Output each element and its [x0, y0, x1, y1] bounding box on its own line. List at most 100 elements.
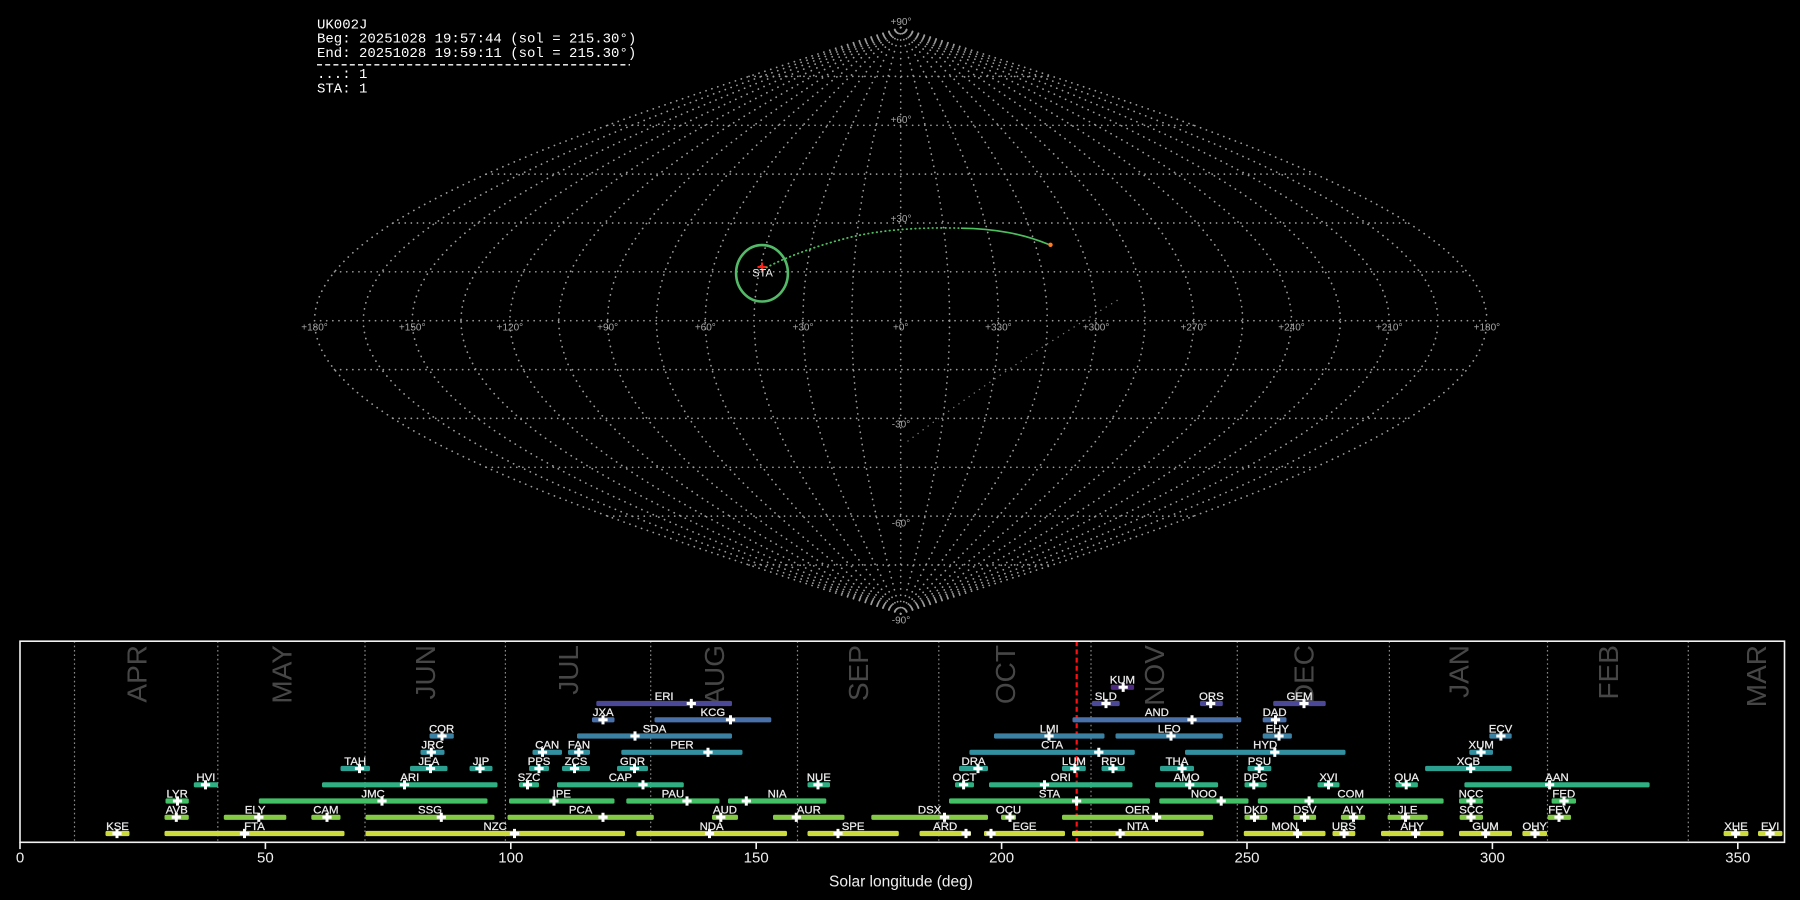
svg-text:KCG: KCG [701, 707, 726, 719]
svg-text:300: 300 [1480, 850, 1505, 867]
svg-text:OER: OER [1125, 805, 1150, 817]
svg-text:+60°: +60° [891, 115, 912, 126]
svg-text:CTA: CTA [1041, 740, 1063, 752]
svg-text:AVB: AVB [166, 805, 188, 817]
svg-text:PAU: PAU [662, 788, 685, 800]
svg-text:JXA: JXA [593, 707, 614, 719]
svg-text:SSG: SSG [418, 805, 442, 817]
svg-text:AND: AND [1145, 707, 1169, 719]
svg-text:GUM: GUM [1472, 821, 1499, 833]
svg-text:+30°: +30° [891, 214, 912, 225]
svg-text:DSX: DSX [918, 805, 942, 817]
svg-text:FEV: FEV [1548, 805, 1571, 817]
svg-text:JUN: JUN [410, 645, 441, 699]
svg-text:FEB: FEB [1593, 645, 1624, 699]
svg-text:ORI: ORI [1051, 772, 1071, 784]
svg-text:EGE: EGE [1012, 821, 1036, 833]
svg-text:AUG: AUG [699, 645, 730, 706]
svg-text:CAM: CAM [313, 805, 338, 817]
svg-text:Solar longitude (deg): Solar longitude (deg) [829, 874, 973, 891]
svg-text:DSV: DSV [1293, 805, 1317, 817]
svg-text:AUR: AUR [797, 805, 821, 817]
svg-text:SDA: SDA [643, 723, 667, 735]
svg-text:250: 250 [1234, 850, 1259, 867]
svg-text:JRC: JRC [421, 740, 443, 752]
svg-text:NDA: NDA [700, 821, 724, 833]
svg-text:NOV: NOV [1139, 645, 1170, 706]
svg-text:ZCS: ZCS [565, 756, 588, 768]
svg-text:FTA: FTA [244, 821, 265, 833]
svg-text:EHY: EHY [1266, 723, 1290, 735]
svg-text:JAN: JAN [1444, 645, 1475, 698]
svg-text:+270°: +270° [1181, 323, 1208, 334]
svg-text:CQR: CQR [429, 723, 454, 735]
svg-text:XVI: XVI [1319, 772, 1337, 784]
svg-text:LMI: LMI [1040, 723, 1059, 735]
svg-text:EVI: EVI [1761, 821, 1779, 833]
svg-text:+30°: +30° [793, 323, 814, 334]
svg-text:JIP: JIP [473, 756, 489, 768]
svg-text:ERI: ERI [655, 691, 674, 703]
svg-text:CAP: CAP [609, 772, 632, 784]
svg-text:+210°: +210° [1376, 323, 1403, 334]
svg-text:ARD: ARD [933, 821, 957, 833]
svg-text:AHY: AHY [1400, 821, 1424, 833]
svg-text:COM: COM [1337, 788, 1364, 800]
svg-text:LYR: LYR [167, 788, 188, 800]
svg-text:200: 200 [989, 850, 1014, 867]
svg-text:JMC: JMC [361, 788, 384, 800]
svg-text:-30°: -30° [892, 420, 910, 431]
svg-text:JEA: JEA [418, 756, 439, 768]
svg-text:NIA: NIA [768, 788, 787, 800]
svg-text:XUM: XUM [1469, 740, 1494, 752]
svg-text:MON: MON [1271, 821, 1298, 833]
svg-text:PCA: PCA [569, 805, 593, 817]
svg-text:SCC: SCC [1459, 805, 1483, 817]
svg-text:+90°: +90° [597, 323, 618, 334]
svg-text:+150°: +150° [399, 323, 426, 334]
svg-text:RPU: RPU [1101, 756, 1125, 768]
svg-text:KUM: KUM [1110, 675, 1135, 687]
svg-text:+180°: +180° [1474, 323, 1501, 334]
svg-text:CAN: CAN [535, 740, 559, 752]
svg-text:PER: PER [670, 740, 693, 752]
svg-text:MAY: MAY [266, 645, 297, 704]
svg-text:HVI: HVI [196, 772, 215, 784]
svg-text:End: 20251028 19:59:11 (sol =: End: 20251028 19:59:11 (sol = 215.30°) [317, 46, 636, 62]
svg-text:JLE: JLE [1398, 805, 1418, 817]
svg-text:PPS: PPS [528, 756, 551, 768]
svg-text:AMO: AMO [1174, 772, 1200, 784]
svg-text:DRA: DRA [961, 756, 985, 768]
svg-text:+90°: +90° [891, 17, 912, 28]
svg-text:ALY: ALY [1343, 805, 1364, 817]
svg-text:STA: STA [752, 268, 773, 280]
svg-text:+300°: +300° [1083, 323, 1110, 334]
svg-text:NOO: NOO [1191, 788, 1217, 800]
svg-text:OCT: OCT [990, 645, 1021, 704]
svg-text:APR: APR [122, 645, 153, 703]
svg-text:SZC: SZC [518, 772, 541, 784]
svg-text:HYD: HYD [1253, 740, 1277, 752]
svg-text:ARI: ARI [400, 772, 419, 784]
svg-text:FAN: FAN [568, 740, 590, 752]
svg-text:ECV: ECV [1489, 723, 1513, 735]
svg-text:STA: STA [1039, 788, 1061, 800]
svg-text:FED: FED [1552, 788, 1575, 800]
svg-text:DAD: DAD [1263, 707, 1287, 719]
svg-text:+330°: +330° [985, 323, 1012, 334]
svg-text:+180°: +180° [301, 323, 328, 334]
svg-text:URS: URS [1332, 821, 1356, 833]
svg-text:+240°: +240° [1278, 323, 1305, 334]
svg-text:+60°: +60° [695, 323, 716, 334]
svg-text:100: 100 [498, 850, 523, 867]
svg-text:ORS: ORS [1199, 691, 1224, 703]
svg-text:IPE: IPE [553, 788, 572, 800]
svg-text:LEO: LEO [1158, 723, 1181, 735]
svg-text:GDR: GDR [620, 756, 645, 768]
svg-text:SLD: SLD [1095, 691, 1117, 703]
svg-text:OCU: OCU [996, 805, 1021, 817]
svg-text:THA: THA [1166, 756, 1189, 768]
svg-text:NCC: NCC [1459, 788, 1484, 800]
svg-text:350: 350 [1725, 850, 1750, 867]
svg-text:DPC: DPC [1244, 772, 1268, 784]
